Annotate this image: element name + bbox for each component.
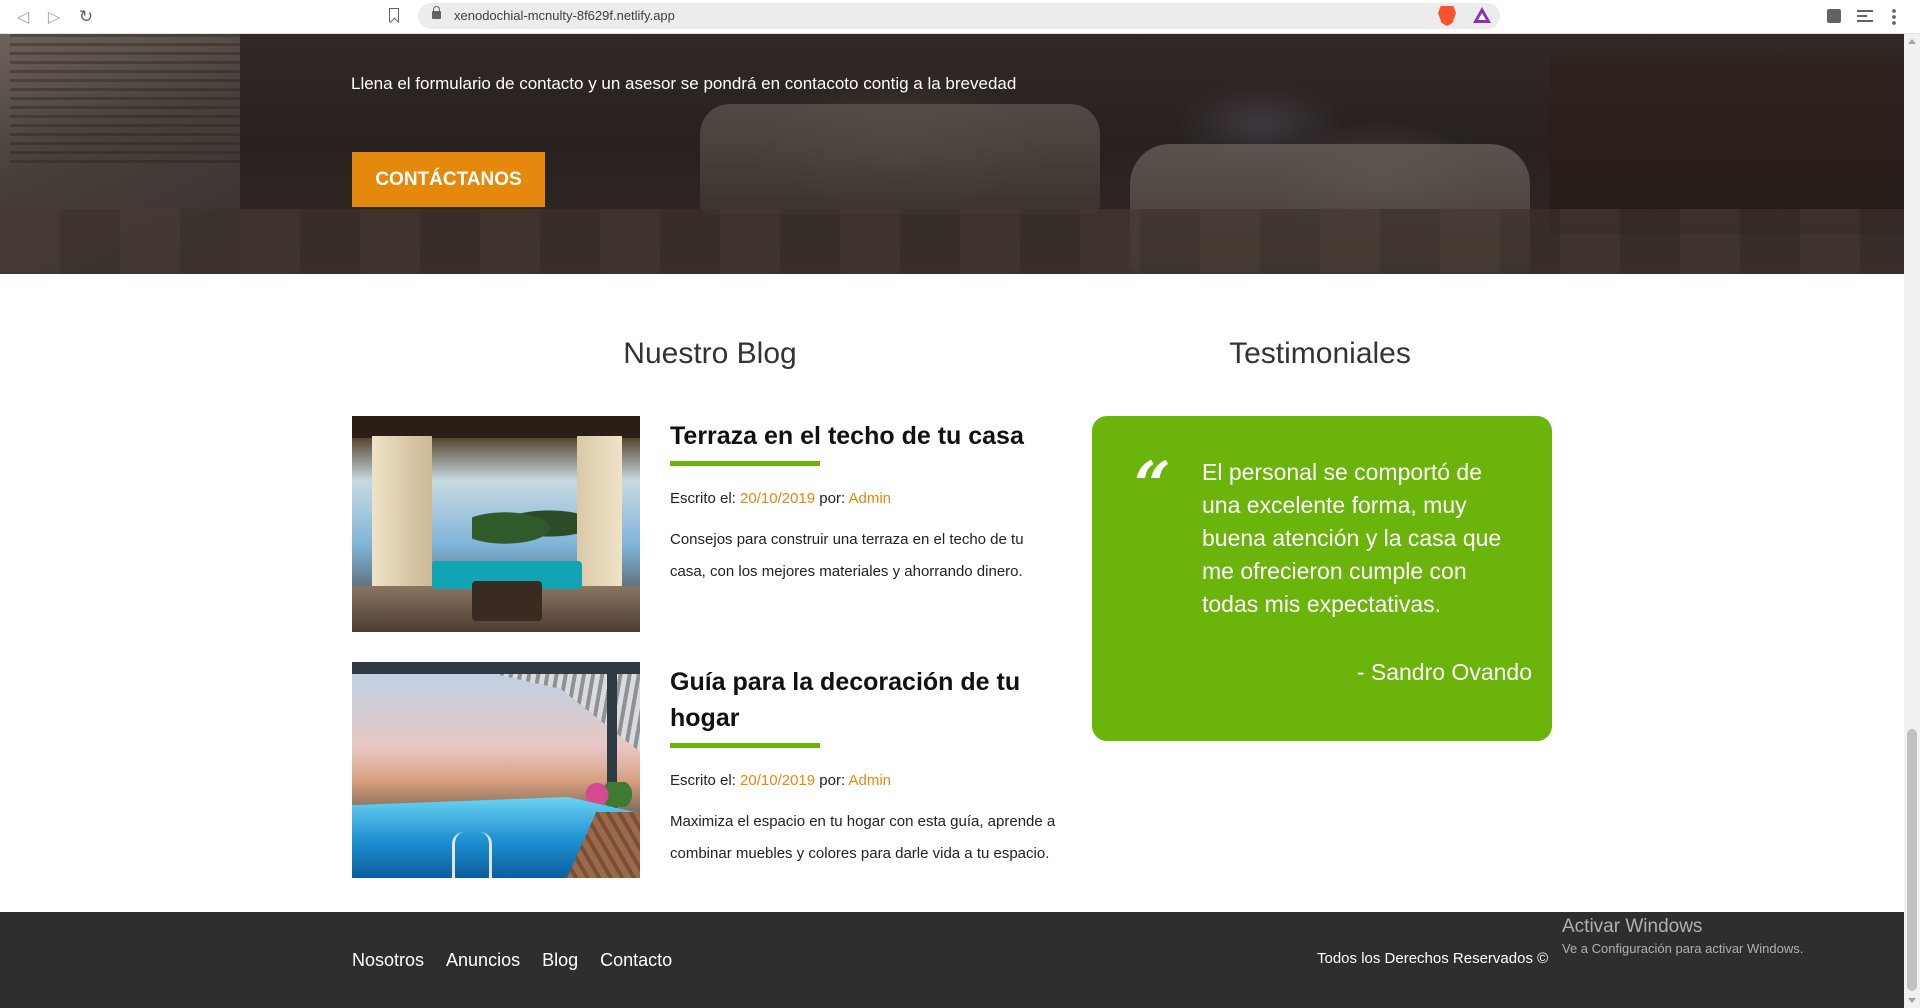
terrace-image-palms [472, 501, 582, 546]
blog-post-meta: Escrito el: 20/10/2019 por: Admin [670, 490, 1060, 507]
blog-post-content: Guía para la decoración de tu hogar Escr… [670, 662, 1060, 870]
blog-heading: Nuestro Blog [623, 337, 797, 370]
meta-by-label: por: [819, 772, 846, 789]
title-underline [670, 461, 820, 466]
reload-icon[interactable]: ↻ [75, 6, 97, 28]
blog-post-image-terrace[interactable] [352, 416, 640, 632]
terrace-image-curtain-left [372, 436, 432, 606]
meta-written-label: Escrito el: [670, 772, 736, 789]
contact-button[interactable]: CONTÁCTANOS [352, 152, 545, 207]
terrace-image-pergola [352, 416, 640, 438]
pool-image-beam [352, 662, 640, 674]
footer-nav: Nosotros Anuncios Blog Contacto [352, 950, 672, 971]
brave-rewards-icon[interactable] [1473, 7, 1491, 23]
terrace-image-curtain-right [577, 436, 622, 606]
scroll-up-arrow-icon[interactable] [1908, 39, 1916, 44]
footer-link-anuncios[interactable]: Anuncios [446, 950, 520, 971]
blog-post-title[interactable]: Guía para la decoración de tu hogar [670, 664, 1060, 736]
vertical-scrollbar[interactable] [1904, 34, 1920, 1008]
footer-copyright: Todos los Derechos Reservados © [1317, 950, 1549, 967]
post-author[interactable]: Admin [848, 490, 891, 507]
footer-link-nosotros[interactable]: Nosotros [352, 950, 424, 971]
back-icon[interactable]: ◁ [12, 6, 34, 28]
scroll-down-arrow-icon[interactable] [1908, 998, 1916, 1003]
title-underline [670, 743, 820, 748]
bookmark-icon[interactable] [389, 8, 399, 22]
testimonial-author: - Sandro Ovando [1356, 659, 1532, 685]
quote-icon: “ [1134, 448, 1171, 523]
hero-text: Llena el formulario de contacto y un ase… [351, 74, 1017, 93]
windows-activation-watermark: Activar Windows Ve a Configuración para … [1562, 916, 1803, 956]
pool-image-ladder [452, 832, 492, 878]
post-author[interactable]: Admin [848, 772, 891, 789]
hero-banner: Llena el formulario de contacto y un ase… [0, 34, 1904, 274]
blog-post-title[interactable]: Terraza en el techo de tu casa [670, 418, 1060, 454]
meta-by-label: por: [819, 490, 846, 507]
menu-icon[interactable] [1892, 8, 1896, 26]
forward-icon[interactable]: ▷ [43, 6, 65, 28]
meta-written-label: Escrito el: [670, 490, 736, 507]
footer-link-blog[interactable]: Blog [542, 950, 578, 971]
testimonial-card: “ El personal se comportó de una excelen… [1092, 416, 1552, 741]
lock-icon[interactable] [432, 6, 441, 19]
footer-link-contacto[interactable]: Contacto [600, 950, 672, 971]
watermark-subtitle: Ve a Configuración para activar Windows. [1562, 941, 1804, 956]
browser-toolbar: ◁ ▷ ↻ xenodochial-mcnulty-8f629f.netlify… [0, 0, 1920, 34]
testimonial-quote: El personal se comportó de una excelente… [1202, 459, 1502, 617]
extensions-icon[interactable] [1827, 9, 1841, 23]
blog-post-excerpt: Maximiza el espacio en tu hogar con esta… [670, 813, 1056, 862]
post-date: 20/10/2019 [740, 490, 816, 507]
watermark-title: Activar Windows [1562, 916, 1703, 937]
blog-post-meta: Escrito el: 20/10/2019 por: Admin [670, 772, 1060, 789]
blog-post-image-pool[interactable] [352, 662, 640, 878]
playlist-icon[interactable] [1857, 10, 1873, 22]
terrace-image-chairs [472, 581, 542, 621]
scrollbar-thumb[interactable] [1907, 729, 1917, 991]
blog-post-excerpt: Consejos para construir una terraza en e… [670, 531, 1024, 580]
testimonials-heading: Testimoniales [1229, 337, 1411, 370]
post-date: 20/10/2019 [740, 772, 816, 789]
hero-overlay [0, 34, 1904, 274]
address-bar[interactable]: xenodochial-mcnulty-8f629f.netlify.app [418, 3, 1500, 29]
blog-post-content: Terraza en el techo de tu casa Escrito e… [670, 416, 1060, 588]
url-text: xenodochial-mcnulty-8f629f.netlify.app [454, 8, 675, 23]
